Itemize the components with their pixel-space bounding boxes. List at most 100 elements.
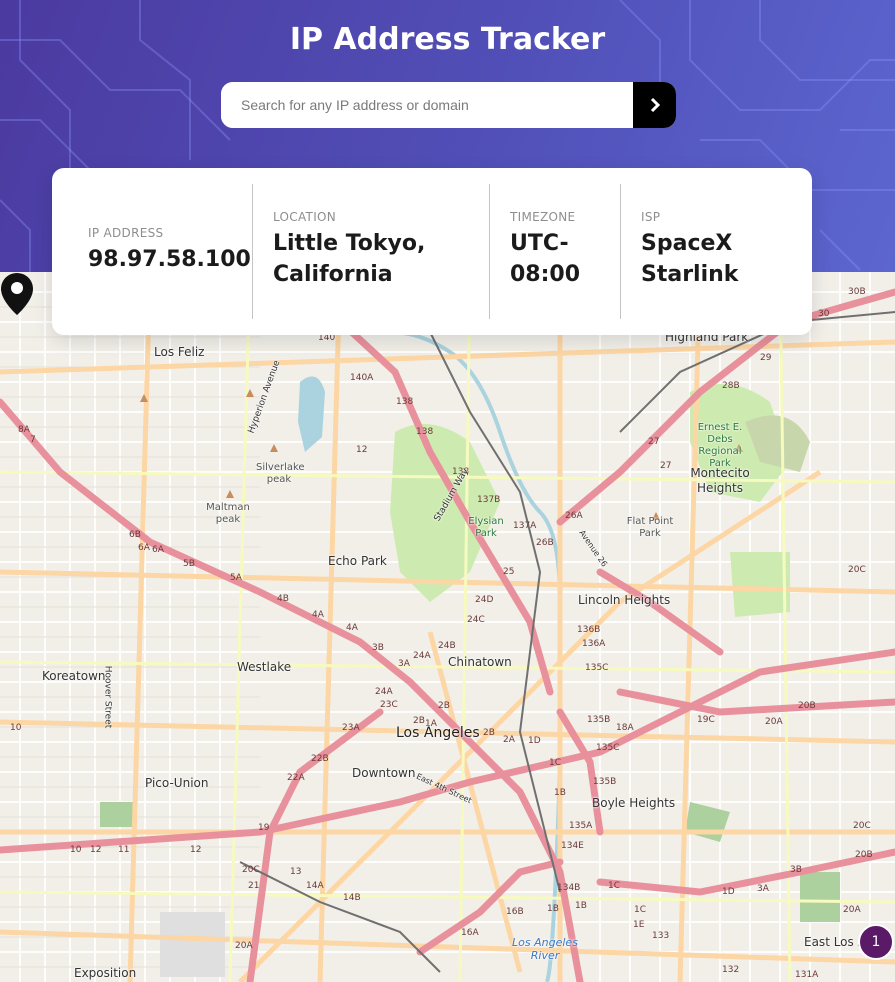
svg-text:26A: 26A bbox=[565, 511, 583, 521]
svg-text:140A: 140A bbox=[350, 373, 374, 383]
svg-text:12: 12 bbox=[90, 845, 101, 855]
svg-text:4A: 4A bbox=[346, 623, 359, 633]
search-submit-button[interactable] bbox=[633, 82, 676, 128]
ip-address-label: IP ADDRESS bbox=[88, 226, 164, 240]
svg-text:10: 10 bbox=[70, 845, 82, 855]
svg-text:16A: 16A bbox=[461, 928, 479, 938]
svg-text:132: 132 bbox=[722, 965, 739, 975]
svg-text:1B: 1B bbox=[554, 788, 566, 798]
svg-text:14B: 14B bbox=[343, 893, 361, 903]
timezone-section: TIMEZONE UTC- 08:00 bbox=[510, 210, 580, 319]
svg-text:25: 25 bbox=[503, 567, 514, 577]
svg-text:135C: 135C bbox=[585, 663, 608, 673]
svg-text:18A: 18A bbox=[616, 723, 634, 733]
map-label-elysian-park: Elysian Park bbox=[468, 516, 504, 539]
map-label-echo-park: Echo Park bbox=[328, 554, 387, 568]
svg-text:24A: 24A bbox=[375, 687, 393, 697]
map-label-chinatown: Chinatown bbox=[448, 655, 512, 669]
location-line-2: California bbox=[273, 262, 393, 287]
svg-text:5B: 5B bbox=[183, 559, 195, 569]
page-title: IP Address Tracker bbox=[289, 22, 606, 57]
svg-text:20B: 20B bbox=[855, 850, 873, 860]
svg-text:22B: 22B bbox=[311, 754, 329, 764]
svg-text:24B: 24B bbox=[438, 641, 456, 651]
svg-text:19: 19 bbox=[258, 823, 270, 833]
svg-text:1C: 1C bbox=[634, 905, 646, 915]
svg-text:136A: 136A bbox=[582, 639, 606, 649]
svg-text:134B: 134B bbox=[557, 883, 580, 893]
map-label-ernest-debs-park: Ernest E. Debs Regional Park bbox=[697, 422, 743, 469]
svg-text:20A: 20A bbox=[843, 905, 861, 915]
map-label-los-angeles: Los Angeles bbox=[396, 725, 480, 741]
map-label-exposition: Exposition bbox=[74, 966, 137, 980]
map-label-lincoln-heights: Lincoln Heights bbox=[578, 593, 671, 607]
svg-text:29: 29 bbox=[760, 353, 772, 363]
location-pin-icon[interactable] bbox=[0, 272, 34, 316]
svg-text:10: 10 bbox=[10, 723, 22, 733]
map-label-westlake: Westlake bbox=[237, 660, 292, 674]
svg-text:1C: 1C bbox=[608, 881, 620, 891]
map-label-montecito-heights: Montecito Heights bbox=[690, 466, 750, 495]
timezone-line-1: UTC- bbox=[510, 231, 569, 256]
svg-text:137B: 137B bbox=[477, 495, 500, 505]
svg-text:134E: 134E bbox=[561, 841, 584, 851]
svg-text:1D: 1D bbox=[528, 736, 541, 746]
svg-text:135B: 135B bbox=[587, 715, 610, 725]
svg-text:1E: 1E bbox=[633, 920, 645, 930]
isp-label: ISP bbox=[641, 210, 661, 224]
svg-text:20A: 20A bbox=[235, 941, 253, 951]
location-section: LOCATION Little Tokyo, California bbox=[273, 210, 425, 319]
svg-text:21: 21 bbox=[248, 881, 259, 891]
info-card: IP ADDRESS 98.97.58.100 LOCATION Little … bbox=[52, 168, 812, 335]
svg-text:16B: 16B bbox=[506, 907, 524, 917]
svg-text:14A: 14A bbox=[306, 881, 324, 891]
notification-badge[interactable]: 1 bbox=[858, 924, 894, 960]
svg-text:26B: 26B bbox=[536, 538, 554, 548]
svg-text:24C: 24C bbox=[467, 615, 485, 625]
map-label-downtown: Downtown bbox=[352, 766, 416, 780]
svg-text:24D: 24D bbox=[475, 595, 493, 605]
location-label: LOCATION bbox=[273, 210, 337, 224]
map-label-maltman-peak: Maltman peak bbox=[206, 502, 250, 525]
svg-text:3A: 3A bbox=[398, 659, 411, 669]
svg-text:24A: 24A bbox=[413, 651, 431, 661]
svg-text:2B: 2B bbox=[483, 728, 495, 738]
svg-text:135A: 135A bbox=[569, 821, 593, 831]
svg-text:135C: 135C bbox=[596, 743, 619, 753]
svg-text:28B: 28B bbox=[722, 381, 740, 391]
map-label-boyle-heights: Boyle Heights bbox=[592, 796, 676, 810]
svg-text:3B: 3B bbox=[790, 865, 802, 875]
svg-text:20B: 20B bbox=[798, 701, 816, 711]
svg-text:131A: 131A bbox=[795, 970, 819, 980]
svg-text:138: 138 bbox=[416, 427, 433, 437]
svg-text:1D: 1D bbox=[722, 887, 735, 897]
map-label-flat-point-park: Flat Point Park bbox=[626, 516, 674, 539]
svg-text:3A: 3A bbox=[757, 884, 770, 894]
svg-text:135B: 135B bbox=[593, 777, 616, 787]
map[interactable]: 10 10 140A 140 138 138 138 137B 137A 26A 26B 2… bbox=[0, 272, 895, 982]
map-label-silverlake-peak: Silverlake peak bbox=[256, 462, 305, 485]
svg-text:13: 13 bbox=[290, 867, 301, 877]
svg-text:4A: 4A bbox=[312, 610, 325, 620]
ip-address-value: 98.97.58.100 bbox=[88, 247, 251, 272]
svg-text:20C: 20C bbox=[848, 565, 866, 575]
svg-text:2B: 2B bbox=[438, 701, 450, 711]
map-label-east-los-angeles: East Los A bbox=[804, 935, 866, 949]
map-label-koreatown: Koreatown bbox=[42, 669, 106, 683]
svg-text:2A: 2A bbox=[503, 735, 516, 745]
svg-text:27: 27 bbox=[660, 461, 671, 471]
svg-text:6B: 6B bbox=[129, 530, 141, 540]
search-input[interactable] bbox=[221, 82, 633, 128]
svg-text:19C: 19C bbox=[697, 715, 715, 725]
svg-text:1B: 1B bbox=[575, 901, 587, 911]
search-bar bbox=[221, 82, 676, 128]
svg-text:6A: 6A bbox=[138, 543, 151, 553]
svg-text:23C: 23C bbox=[380, 700, 398, 710]
svg-text:11: 11 bbox=[118, 845, 129, 855]
svg-text:30B: 30B bbox=[848, 287, 866, 297]
isp-line-2: Starlink bbox=[641, 262, 739, 287]
svg-text:20A: 20A bbox=[765, 717, 783, 727]
svg-text:12: 12 bbox=[356, 445, 367, 455]
svg-text:12: 12 bbox=[190, 845, 201, 855]
svg-text:20C: 20C bbox=[242, 865, 260, 875]
